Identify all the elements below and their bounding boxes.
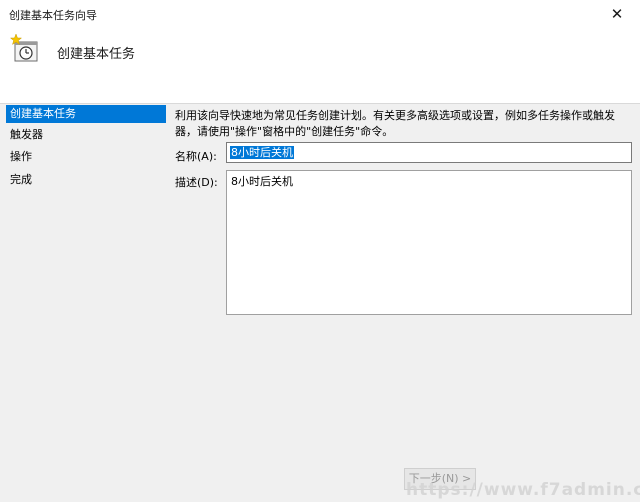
clock-task-icon (10, 34, 38, 62)
watermark-text: https://www.f7admin.cn (406, 480, 640, 500)
close-icon: ✕ (610, 5, 624, 23)
page-title: 创建基本任务 (57, 47, 136, 62)
wizard-header: 创建基本任务 (0, 28, 640, 103)
step-create-basic-task[interactable]: 创建基本任务 (6, 105, 166, 123)
step-action[interactable]: 操作 (6, 148, 166, 166)
description-field[interactable]: 8小时后关机 (226, 170, 632, 315)
title-bar: 创建基本任务向导 ✕ (0, 0, 640, 28)
name-field[interactable]: 8小时后关机 (226, 142, 632, 163)
wizard-content: 利用该向导快速地为常见任务创建计划。有关更多高级选项或设置，例如多任务操作或触发… (166, 104, 640, 502)
step-finish[interactable]: 完成 (6, 171, 166, 189)
description-label: 描述(D): (175, 176, 218, 189)
step-trigger[interactable]: 触发器 (6, 126, 166, 144)
wizard-steps-sidebar: 创建基本任务 触发器 操作 完成 (0, 104, 166, 502)
window-title: 创建基本任务向导 (9, 9, 97, 22)
name-field-value: 8小时后关机 (230, 146, 294, 159)
name-label: 名称(A): (175, 150, 217, 163)
close-button[interactable]: ✕ (594, 0, 640, 28)
wizard-description: 利用该向导快速地为常见任务创建计划。有关更多高级选项或设置，例如多任务操作或触发… (175, 109, 615, 138)
